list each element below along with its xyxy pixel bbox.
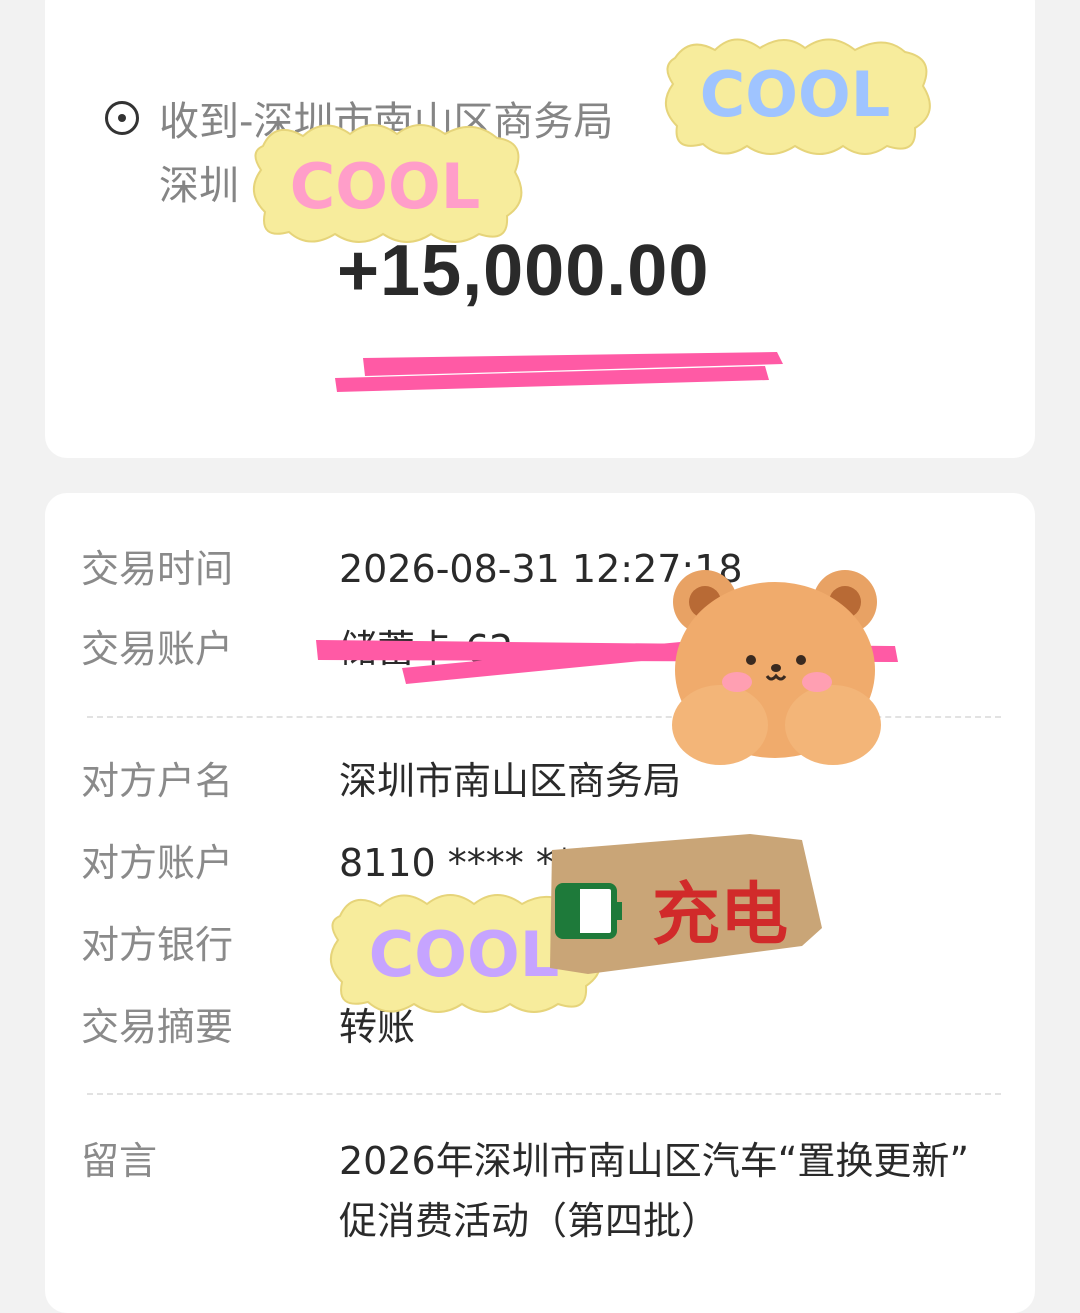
transaction-amount: +15,000.00: [337, 231, 710, 311]
destination-text: 收到-深圳市南山区商务局 深圳: [159, 90, 919, 218]
payee-account-label: 对方账户: [81, 841, 234, 885]
account-label: 交易账户: [81, 627, 234, 671]
detail-row-summary: 交易摘要 转账: [81, 999, 1001, 1055]
payee-bank-value: [339, 917, 989, 973]
detail-row-account: 交易账户 储蓄卡 62: [81, 621, 1001, 677]
payee-name-label: 对方户名: [81, 759, 234, 803]
time-label: 交易时间: [81, 547, 234, 591]
time-value: 2026-08-31 12:27:18: [339, 547, 743, 591]
message-value: 2026年深圳市南山区汽车“置换更新” 促消费活动（第四批）: [339, 1133, 989, 1249]
detail-row-message: 留言 2026年深圳市南山区汽车“置换更新” 促消费活动（第四批）: [81, 1133, 1001, 1249]
payee-bank-label: 对方银行: [81, 923, 234, 967]
destination-line1: 收到-深圳市南山区商务局: [159, 99, 614, 145]
detail-row-time: 交易时间 2026-08-31 12:27:18: [81, 541, 1001, 597]
transaction-detail-card: 交易时间 2026-08-31 12:27:18 交易账户 储蓄卡 62 对方户…: [45, 493, 1035, 1313]
message-line2: 促消费活动（第四批）: [339, 1199, 720, 1243]
detail-row-payee-account: 对方账户 8110 **** ****: [81, 835, 1001, 891]
transaction-summary-card: 收到-深圳市南山区商务局 深圳 +15,000.00: [45, 0, 1035, 458]
detail-row-payee-name: 对方户名 深圳市南山区商务局: [81, 753, 1001, 809]
destination-row: 收到-深圳市南山区商务局 深圳: [105, 90, 919, 218]
target-icon: [105, 101, 139, 135]
account-value: 储蓄卡 62: [339, 627, 514, 671]
payee-name-value: 深圳市南山区商务局: [339, 759, 682, 803]
detail-row-payee-bank: 对方银行: [81, 917, 1001, 973]
message-line1: 2026年深圳市南山区汽车“置换更新”: [339, 1139, 970, 1183]
summary-label: 交易摘要: [81, 1005, 234, 1049]
divider: [87, 1093, 1001, 1095]
destination-line2: 深圳: [159, 163, 239, 209]
summary-value: 转账: [339, 1005, 416, 1049]
divider: [87, 716, 1001, 718]
message-label: 留言: [81, 1139, 158, 1183]
payee-account-value: 8110 **** ****: [339, 841, 612, 885]
